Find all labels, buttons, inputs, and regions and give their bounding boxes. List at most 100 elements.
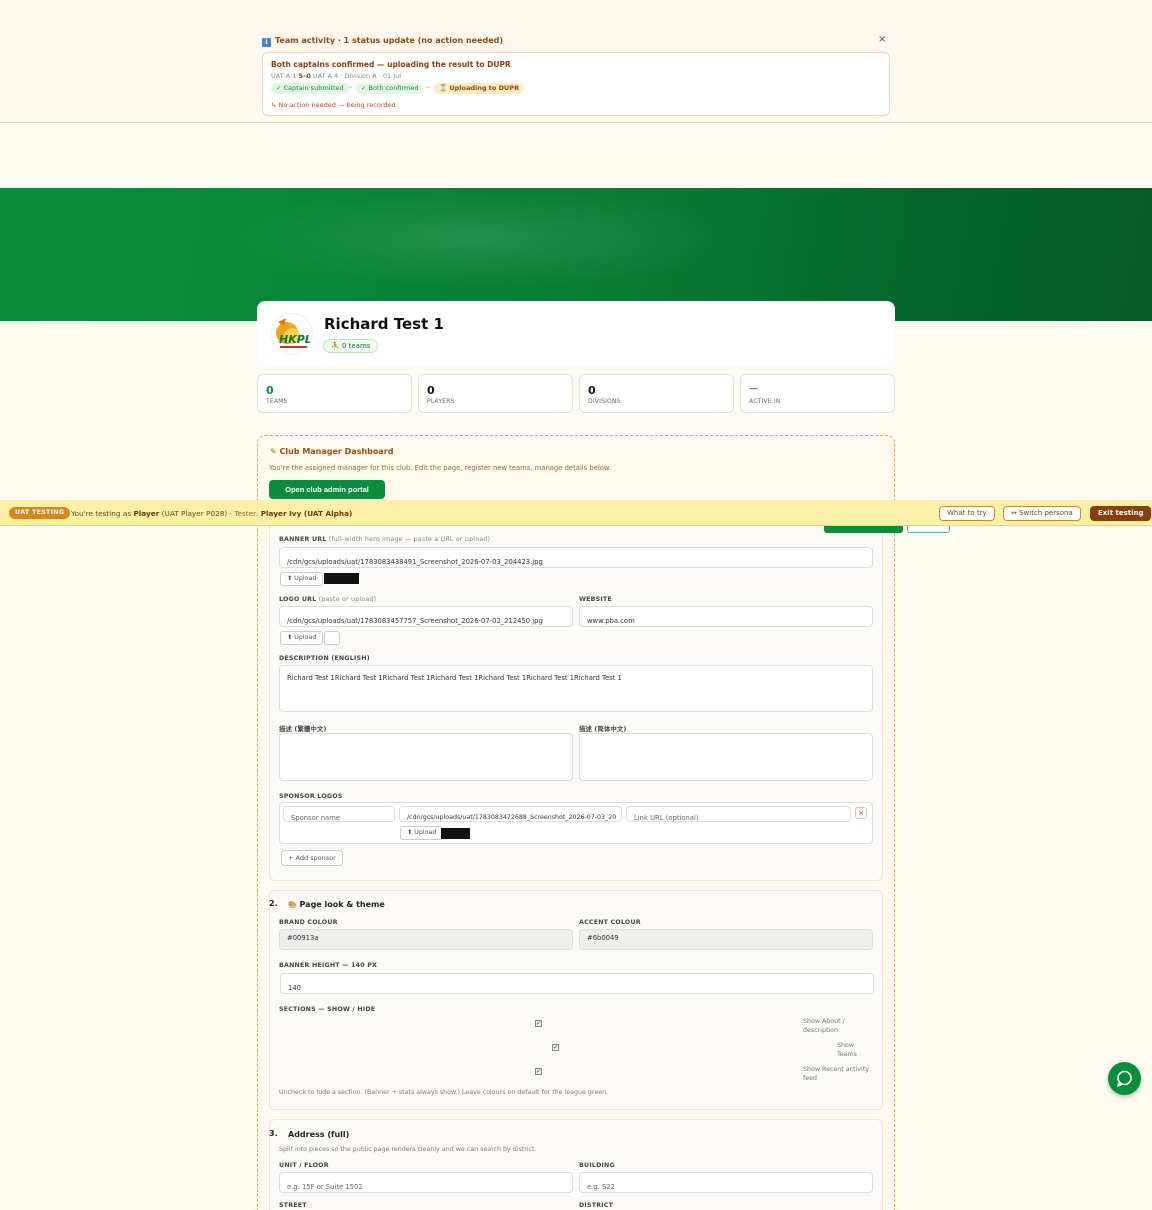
stat-active-in-value: — (749, 384, 758, 394)
sections-show-hide-label: SECTIONS — SHOW / HIDE (279, 1006, 376, 1013)
brand-colour-input[interactable]: #00913a (279, 929, 573, 950)
step-uploading: ⌛ Uploading to DUPR (434, 83, 525, 94)
sponsor-link-input[interactable]: Link URL (optional) (626, 806, 851, 822)
uat-tester-prefix: · Tester: (227, 509, 261, 518)
activity-meta-prefix: UAT A 1 (271, 72, 299, 80)
teams-count-pill: ⛹ 0 teams (323, 339, 379, 353)
club-logo: HKPL (271, 313, 313, 355)
website-input[interactable]: www.pba.com (579, 606, 873, 627)
description-tc-label: 描述 (繁體中文) (279, 726, 327, 733)
banner-upload-button[interactable]: ⬆ Upload (280, 572, 324, 586)
stat-active-in: — ACTIVE IN (740, 374, 895, 413)
step-arrow: → (347, 84, 353, 91)
activity-title: i Team activity · 1 status update (no act… (262, 36, 503, 47)
section-2-title: 🎨 Page look & theme (288, 900, 385, 909)
description-en-textarea[interactable]: Richard Test 1Richard Test 1Richard Test… (279, 665, 873, 712)
sponsor-name-input[interactable]: Sponsor name (283, 806, 395, 822)
stat-teams-label: TEAMS (266, 398, 288, 405)
switch-persona-button[interactable]: ↔ Switch persona (1003, 506, 1081, 521)
logo-upload-button[interactable]: ⬆ Upload (280, 631, 324, 645)
sponsor-upload-button[interactable]: ⬆ Upload (400, 826, 444, 840)
unit-floor-input[interactable]: e.g. 15F or Suite 1502 (279, 1172, 573, 1193)
info-icon: i (262, 38, 271, 47)
manager-title: ✎ Club Manager Dashboard (270, 447, 393, 456)
uat-role: Player (133, 509, 160, 518)
stat-players: 0 PLAYERS (418, 374, 573, 413)
remove-sponsor-button[interactable]: × (855, 807, 867, 819)
stat-divisions: 0 DIVISIONS (579, 374, 734, 413)
uat-tester: Player Ivy (UAT Alpha) (260, 509, 353, 518)
website-label: WEBSITE (579, 596, 612, 603)
uat-persona-text: You're testing as Player (UAT Player P02… (71, 509, 352, 518)
banner-url-hint: (full-width hero image — paste a URL or … (326, 536, 491, 543)
section-2-number: 2. (269, 899, 278, 908)
logo-url-input[interactable]: /cdn/gcs/uploads/uat/1783083457757_Scree… (279, 606, 573, 627)
banner-height-label: BANNER HEIGHT — 140 PX (279, 962, 378, 969)
chat-bubble-icon (1117, 1070, 1132, 1087)
stat-divisions-label: DIVISIONS (588, 398, 621, 405)
manager-title-text: Club Manager Dashboard (279, 447, 394, 456)
club-logo-image: HKPL (276, 318, 312, 348)
section-2-title-text: Page look & theme (299, 900, 385, 909)
activity-card[interactable]: Both captains confirmed — uploading the … (262, 52, 890, 116)
banner-url-label: BANNER URL (full-width hero image — past… (279, 536, 490, 543)
pencil-icon: ✎ (270, 447, 280, 456)
hidden-primary-button[interactable] (824, 526, 903, 533)
stat-players-label: PLAYERS (427, 398, 455, 405)
section-address (269, 1119, 883, 1210)
sponsor-thumbnail (441, 828, 470, 839)
building-input[interactable]: e.g. S22 (579, 1172, 873, 1193)
stat-teams: 0 TEAMS (257, 374, 412, 413)
uat-badge: UAT TESTING (9, 507, 71, 519)
show-recent-activity-label: Show Recent activity feed (803, 1066, 869, 1082)
section-page-look (269, 890, 883, 1110)
banner-url-input[interactable]: /cdn/gcs/uploads/uat/1783083438491_Scree… (279, 547, 873, 568)
activity-headline: Both captains confirmed — uploading the … (271, 60, 511, 69)
hidden-secondary-button[interactable] (907, 526, 950, 533)
description-sc-textarea[interactable] (579, 733, 873, 781)
banner-thumbnail (324, 573, 359, 584)
what-to-try-button[interactable]: What to try (939, 506, 995, 521)
description-tc-textarea[interactable] (279, 733, 573, 781)
close-icon[interactable]: × (878, 34, 886, 45)
stat-teams-value: 0 (266, 384, 274, 397)
unit-floor-label: UNIT / FLOOR (279, 1162, 329, 1169)
club-name: Richard Test 1 (324, 315, 444, 333)
show-teams-checkbox[interactable]: ✓ (552, 1044, 559, 1051)
club-header-card: HKPL Richard Test 1 ⛹ 0 teams (257, 301, 895, 365)
show-recent-activity-checkbox[interactable]: ✓ (535, 1068, 542, 1075)
section-3-subtitle: Split into pieces so the public page ren… (279, 1146, 537, 1153)
add-sponsor-button[interactable]: + Add sponsor (281, 850, 343, 866)
step-captain-submitted: ✓ Captain submitted (271, 83, 349, 94)
district-label: DISTRICT (579, 1202, 614, 1209)
sections-note: Uncheck to hide a section. (Banner + sta… (279, 1089, 609, 1096)
stat-divisions-value: 0 (588, 384, 596, 397)
accent-colour-input[interactable]: #6b0049 (579, 929, 873, 950)
activity-meta: UAT A 1 5–0 UAT A 4 · Division A · 01 Ju… (271, 72, 401, 80)
description-sc-label: 描述 (简体中文) (579, 726, 627, 733)
open-admin-portal-button[interactable]: Open club admin portal (269, 480, 385, 499)
stat-active-in-label: ACTIVE IN (749, 398, 781, 405)
section-3-title: Address (full) (288, 1130, 350, 1139)
step-both-confirmed: ✓ Both confirmed (356, 83, 424, 94)
activity-meta-suffix: UAT A 4 · Division A · 01 Jul (310, 72, 402, 80)
section-3-number: 3. (269, 1129, 278, 1138)
manager-subtitle: You're the assigned manager for this clu… (269, 464, 612, 472)
club-logo-text: HKPL (279, 333, 312, 346)
show-about-checkbox[interactable]: ✓ (535, 1020, 542, 1027)
sponsor-logos-label: SPONSOR LOGOS (279, 793, 343, 800)
logo-thumbnail (324, 631, 340, 645)
sponsor-logo-url-input[interactable]: /cdn/gcs/uploads/uat/1783083472688_Scree… (399, 806, 622, 822)
street-label: STREET (279, 1202, 307, 1209)
logo-url-hint: (paste or upload) (316, 596, 377, 603)
banner-height-input[interactable]: 140 (280, 973, 874, 994)
accent-colour-label: ACCENT COLOUR (579, 919, 641, 926)
building-label: BUILDING (579, 1162, 615, 1169)
activity-note: ↳ No action needed — being recorded (271, 101, 396, 109)
banner-url-label-text: BANNER URL (279, 536, 327, 543)
chat-button[interactable] (1108, 1062, 1141, 1095)
palette-icon: 🎨 (288, 901, 297, 909)
activity-title-text: Team activity · 1 status update (no acti… (275, 36, 504, 45)
description-en-label: DESCRIPTION (ENGLISH) (279, 655, 370, 662)
exit-testing-button[interactable]: Exit testing (1090, 506, 1152, 521)
